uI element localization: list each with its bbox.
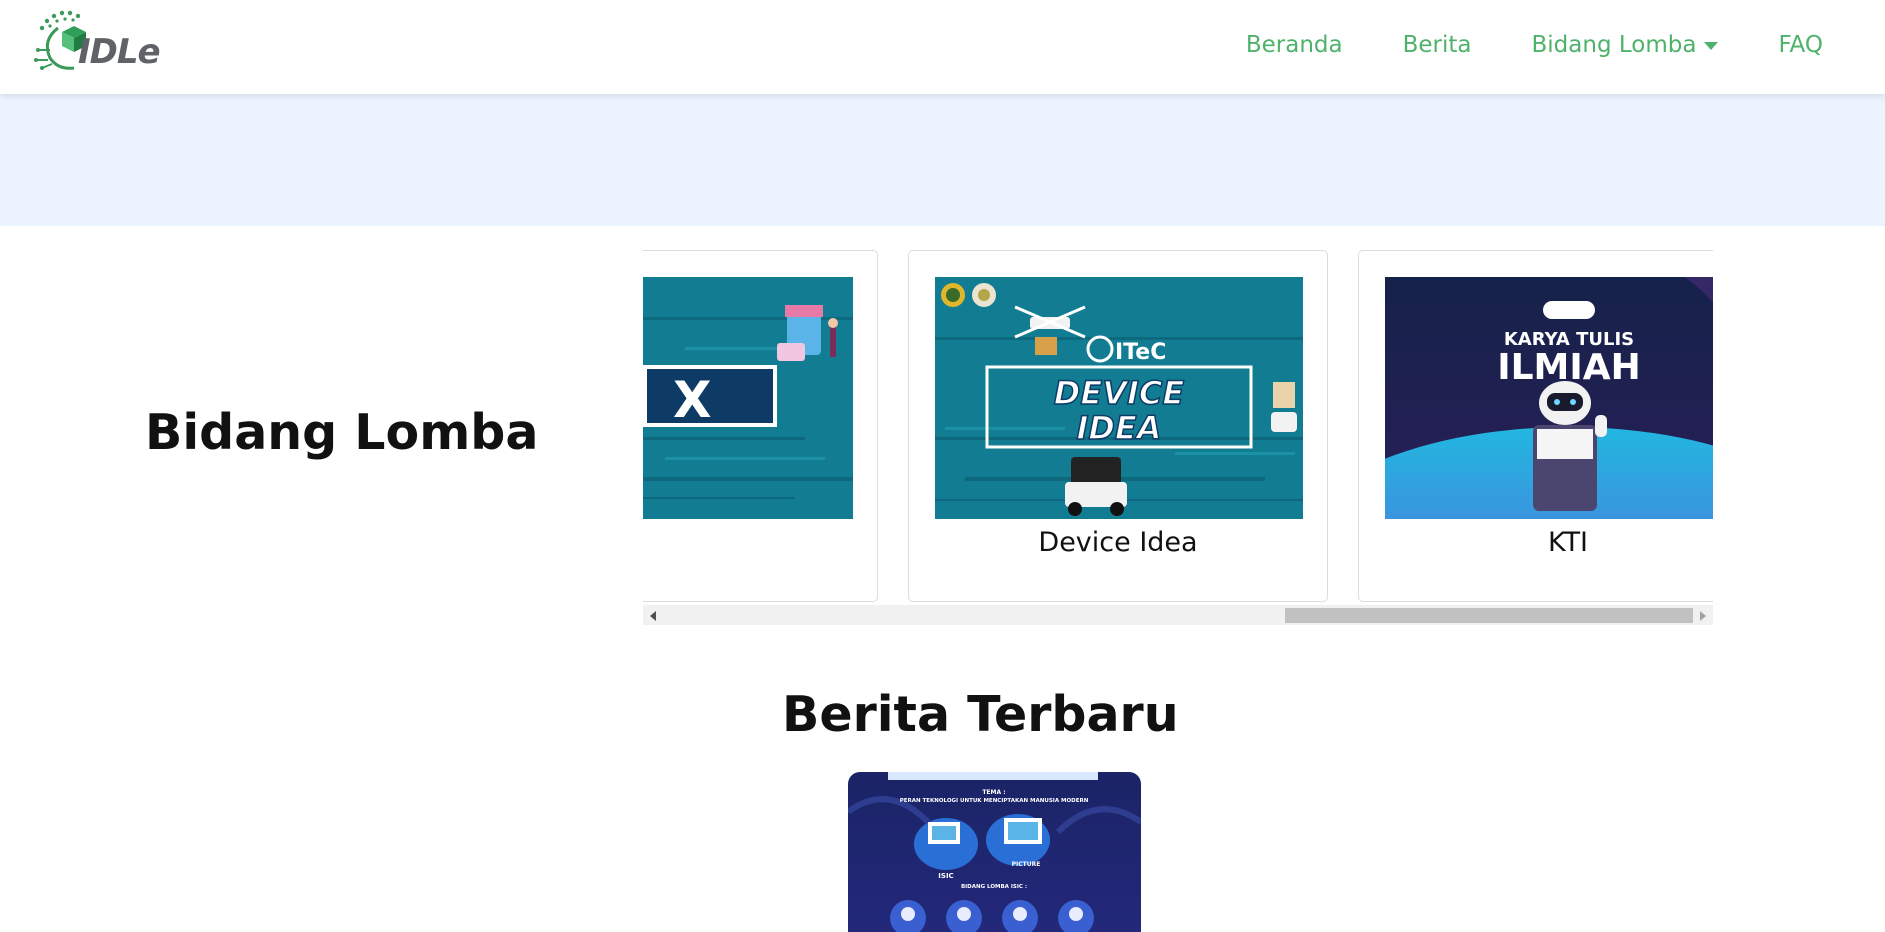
scroll-thumb[interactable] (1285, 608, 1693, 623)
device-text: DEVICE (1054, 374, 1185, 412)
competition-carousel: X ITeC DEVICE IDEA Device Idea KARYA TUL… (643, 250, 1713, 625)
nav-bidang-lomba-dropdown[interactable]: Bidang Lomba (1532, 32, 1719, 58)
news-poster-isic: ISIC (938, 872, 953, 880)
nav-bidang-lomba-label: Bidang Lomba (1531, 32, 1697, 58)
brand-name: IDLe (78, 32, 161, 72)
news-card[interactable]: TEMA : PERAN TEKNOLOGI UNTUK MENCIPTAKAN… (848, 772, 1141, 932)
scroll-right-arrow-icon[interactable] (1700, 611, 1706, 621)
competition-card-image: ITeC DEVICE IDEA (935, 277, 1303, 519)
news-poster-picture: PICTURE (1012, 861, 1041, 868)
carousel-track: X ITeC DEVICE IDEA Device Idea KARYA TUL… (643, 250, 1713, 602)
news-poster-theme-label: TEMA : (982, 789, 1005, 796)
news-poster-theme: PERAN TEKNOLOGI UNTUK MENCIPTAKAN MANUSI… (900, 798, 1089, 804)
nav-berita[interactable]: Berita (1403, 32, 1472, 58)
news-poster-bidang: BIDANG LOMBA ISIC : (961, 884, 1027, 890)
competition-card[interactable]: ITeC DEVICE IDEA Device Idea (908, 250, 1328, 602)
competition-card[interactable]: KARYA TULIS ILMIAH KTI (1358, 250, 1713, 602)
competition-card-label: Device Idea (1038, 527, 1198, 558)
competition-card[interactable]: X (643, 250, 878, 602)
section-title-bidang-lomba: Bidang Lomba (145, 404, 539, 461)
nav-faq[interactable]: FAQ (1778, 32, 1823, 58)
carousel-viewport: X ITeC DEVICE IDEA Device Idea KARYA TUL… (643, 250, 1713, 605)
nav-beranda[interactable]: Beranda (1246, 32, 1343, 58)
carousel-scrollbar[interactable] (643, 605, 1713, 625)
hero-band (0, 94, 1885, 226)
scroll-left-arrow-icon[interactable] (650, 611, 656, 621)
navbar: IDLe Beranda Berita Bidang Lomba FAQ (0, 0, 1885, 94)
caret-down-icon (1704, 42, 1719, 50)
news-card-image: TEMA : PERAN TEKNOLOGI UNTUK MENCIPTAKAN… (848, 772, 1141, 932)
itec-text: ITeC (1115, 340, 1166, 365)
competition-card-image: X (643, 277, 853, 519)
card-image-text: X (673, 371, 712, 429)
competition-card-image: KARYA TULIS ILMIAH (1385, 277, 1713, 519)
idea-text: IDEA (1076, 409, 1161, 447)
brand-logo[interactable]: IDLe (28, 6, 161, 82)
competition-card-label: KTI (1547, 527, 1589, 558)
section-title-berita-terbaru: Berita Terbaru (782, 686, 1179, 743)
main-nav: Beranda Berita Bidang Lomba FAQ (1186, 0, 1823, 90)
